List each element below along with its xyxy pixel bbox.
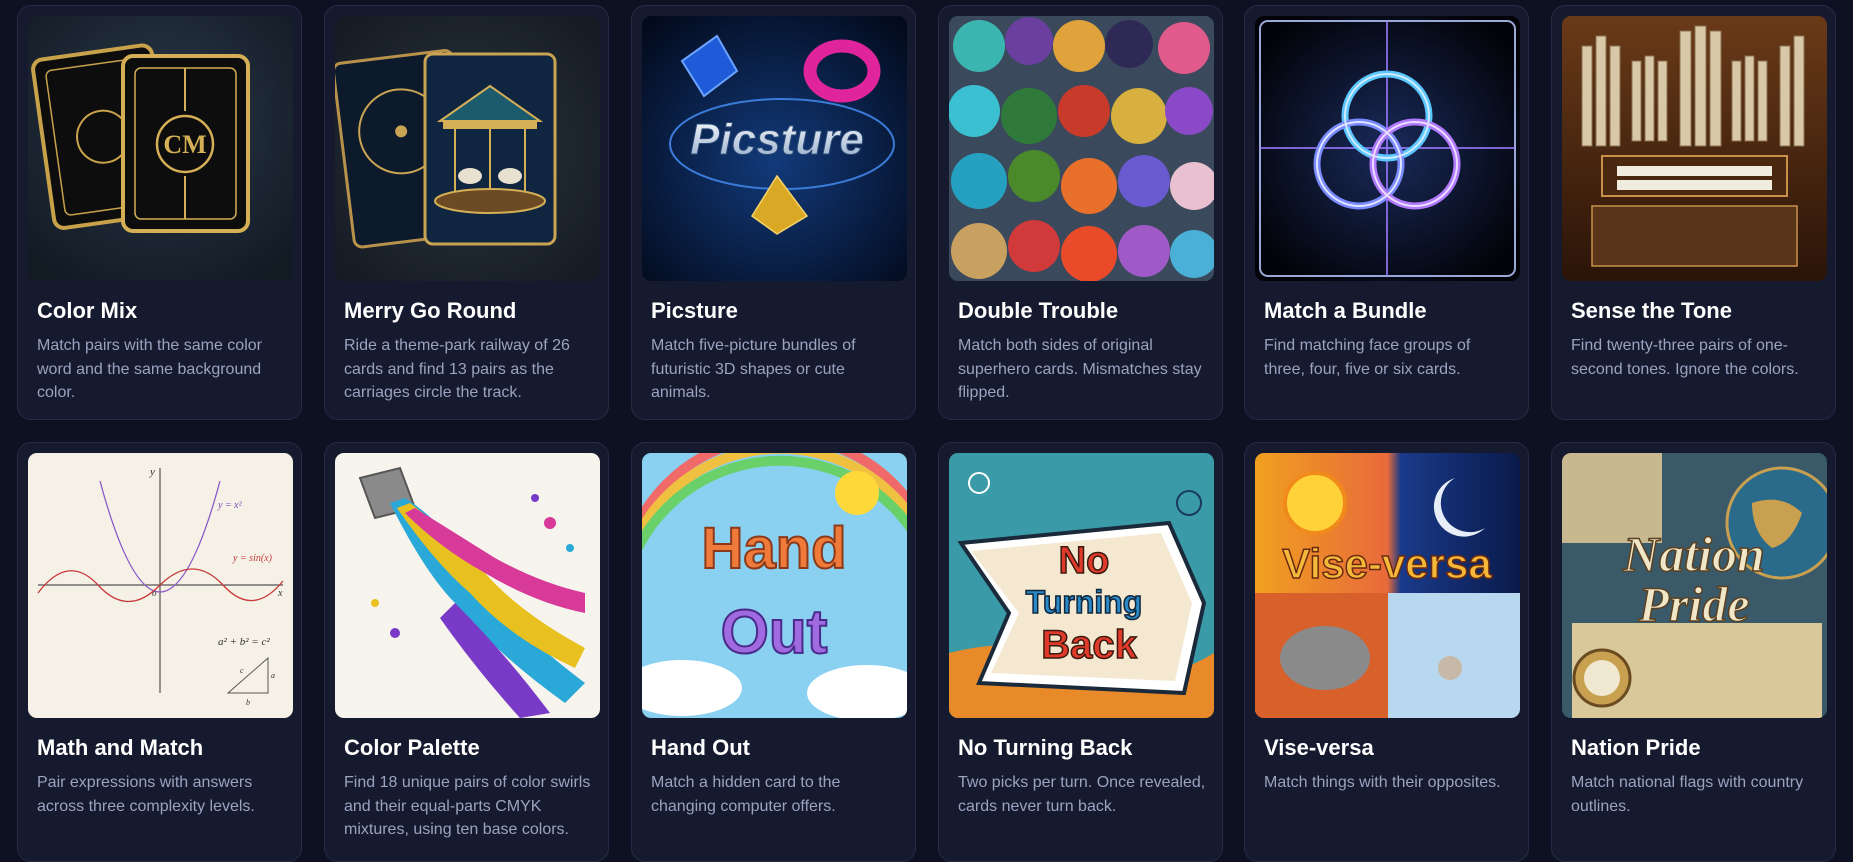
merry-go-round-thumbnail — [335, 16, 600, 281]
game-card-picsture[interactable]: Picsture Picsture Match five-picture bun… — [631, 5, 916, 420]
game-description: Match both sides of original superhero c… — [958, 337, 1202, 401]
game-description: Find matching face groups of three, four… — [1264, 337, 1471, 378]
game-title: Vise-versa — [1264, 735, 1374, 760]
game-description: Match a hidden card to the changing comp… — [651, 774, 841, 815]
game-title: Color Palette — [344, 735, 480, 760]
math-art-sine-label: y = sin(x) — [232, 553, 273, 564]
math-art-origin-label: o — [152, 588, 157, 598]
game-card-color-mix[interactable]: CM Color Mix Match pairs with the same c… — [17, 5, 302, 420]
game-description: Find 18 unique pairs of color swirls and… — [344, 774, 591, 838]
no-turning-back-art-text-3: Back — [1041, 623, 1137, 667]
color-palette-thumbnail — [335, 453, 600, 718]
math-art-b-label: b — [246, 698, 250, 707]
game-card-hand-out[interactable]: Hand Out Hand Out Match a hidden card to… — [631, 442, 916, 862]
hand-out-thumbnail: Hand Out — [642, 453, 907, 718]
picsture-art-text: Picsture — [690, 115, 864, 164]
math-art-y-label: y — [149, 466, 155, 478]
game-card-nation-pride[interactable]: Nation Pride Nation Pride Match national… — [1551, 442, 1836, 862]
game-title: No Turning Back — [958, 735, 1133, 760]
game-card-vise-versa[interactable]: Vise-versa Vise-versa Match things with … — [1244, 442, 1529, 862]
math-art-parabola-label: y = x² — [217, 500, 243, 511]
game-card-merry-go-round[interactable]: Merry Go Round Ride a theme-park railway… — [324, 5, 609, 420]
math-and-match-thumbnail: y y = x² y = sin(x) x o a² + b² = c² c a… — [28, 453, 293, 718]
game-card-color-palette[interactable]: Color Palette Find 18 unique pairs of co… — [324, 442, 609, 862]
game-title: Merry Go Round — [344, 298, 517, 323]
color-mix-thumbnail: CM — [28, 16, 293, 281]
game-grid: CM Color Mix Match pairs with the same c… — [0, 0, 1853, 862]
game-title: Double Trouble — [958, 298, 1119, 323]
math-art-pythagoras: a² + b² = c² — [218, 636, 270, 648]
picsture-thumbnail: Picsture — [642, 16, 907, 281]
nation-pride-thumbnail: Nation Pride — [1562, 453, 1827, 718]
game-description: Find twenty-three pairs of one-second to… — [1571, 337, 1799, 378]
game-card-double-trouble[interactable]: Double Trouble Match both sides of origi… — [938, 5, 1223, 420]
no-turning-back-art-text-1: No — [1059, 540, 1110, 582]
game-title: Match a Bundle — [1264, 298, 1427, 323]
game-description: Match things with their opposites. — [1264, 774, 1501, 791]
hand-out-art-text-1: Hand — [702, 516, 847, 581]
vise-versa-art-text: Vise-versa — [1282, 540, 1492, 587]
game-card-no-turning-back[interactable]: No Turning Back No Turning Back Two pick… — [938, 442, 1223, 862]
game-description: Match national flags with country outlin… — [1571, 774, 1804, 815]
game-title: Picsture — [651, 298, 738, 323]
no-turning-back-thumbnail: No Turning Back — [949, 453, 1214, 718]
sense-the-tone-thumbnail — [1562, 16, 1827, 281]
game-title: Nation Pride — [1571, 735, 1701, 760]
game-card-match-a-bundle[interactable]: Match a Bundle Find matching face groups… — [1244, 5, 1529, 420]
double-trouble-thumbnail — [949, 16, 1214, 281]
nation-pride-art-text-2: Pride — [1637, 576, 1749, 632]
color-mix-art-text: CM — [163, 130, 206, 159]
match-a-bundle-thumbnail — [1255, 16, 1520, 281]
hand-out-art-text-2: Out — [721, 598, 828, 667]
math-art-x-label: x — [277, 588, 283, 599]
math-art-c-label: c — [240, 666, 244, 675]
game-title: Sense the Tone — [1571, 298, 1732, 323]
game-description: Ride a theme-park railway of 26 cards an… — [344, 337, 570, 401]
game-description: Match pairs with the same color word and… — [37, 337, 262, 401]
game-title: Color Mix — [37, 298, 138, 323]
math-art-a-label: a — [271, 671, 275, 680]
no-turning-back-art-text-2: Turning — [1026, 584, 1143, 620]
game-description: Pair expressions with answers across thr… — [37, 774, 255, 815]
vise-versa-thumbnail: Vise-versa — [1255, 453, 1520, 718]
game-description: Two picks per turn. Once revealed, cards… — [958, 774, 1206, 815]
game-card-sense-the-tone[interactable]: Sense the Tone Find twenty-three pairs o… — [1551, 5, 1836, 420]
game-title: Math and Match — [37, 735, 204, 760]
nation-pride-art-text-1: Nation — [1622, 526, 1765, 582]
game-title: Hand Out — [651, 735, 750, 760]
game-description: Match five-picture bundles of futuristic… — [651, 337, 856, 401]
game-card-math-and-match[interactable]: y y = x² y = sin(x) x o a² + b² = c² c a… — [17, 442, 302, 862]
